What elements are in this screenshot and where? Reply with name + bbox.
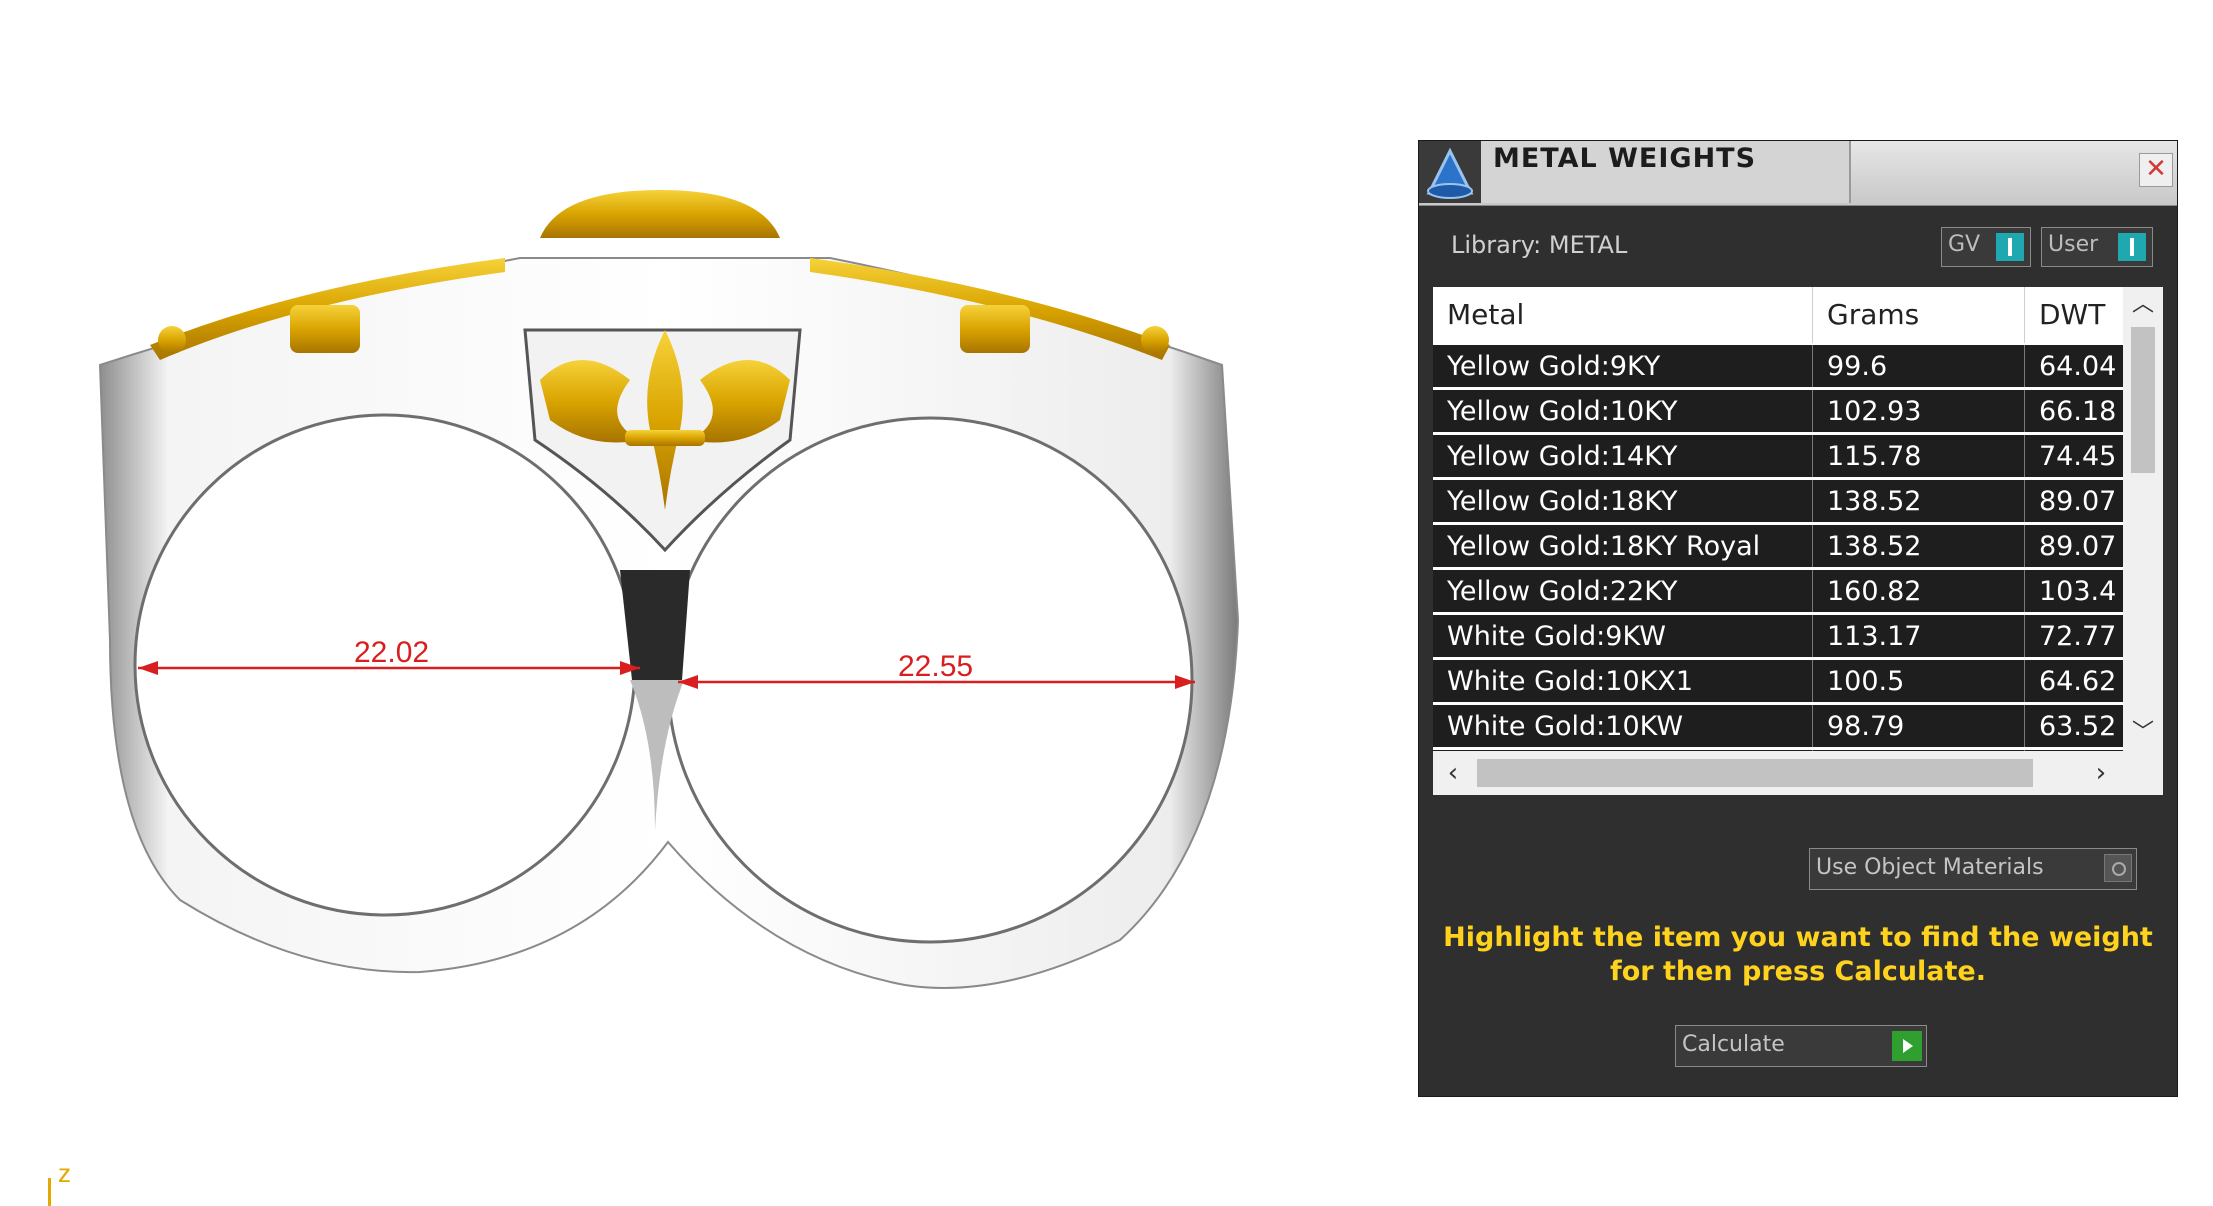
cell-dwt: 64.04: [2039, 351, 2117, 382]
cell-metal: Yellow Gold:10KY: [1433, 390, 1813, 432]
cell-metal: Yellow Gold:22KY: [1433, 570, 1813, 612]
table-row[interactable]: Yellow Gold:10KY 102.93 66.18: [1433, 390, 2123, 432]
cell-dwt: 66.18: [2039, 396, 2117, 427]
metal-weights-panel: METAL WEIGHTS ✕ Library: METAL GV User M…: [1418, 140, 2178, 1097]
table-row[interactable]: White Gold:10KW 98.79 63.52: [1433, 705, 2123, 747]
z-axis-bar: [48, 1178, 51, 1206]
toggle-switch-icon: [2118, 233, 2146, 261]
cell-dwt: 89.07: [2039, 531, 2117, 562]
toggle-switch-icon: [1996, 233, 2024, 261]
vertical-scrollbar[interactable]: ︿ ﹀: [2123, 287, 2163, 751]
cell-grams: 98.79: [1813, 705, 2025, 747]
vertical-scroll-thumb[interactable]: [2131, 327, 2155, 473]
cell-metal: Yellow Gold:9KY: [1433, 345, 1813, 387]
scroll-left-icon[interactable]: ‹: [1433, 751, 1473, 795]
cell-grams: 102.93: [1813, 390, 2025, 432]
instruction-text: Highlight the item you want to find the …: [1439, 921, 2157, 989]
calculate-label: Calculate: [1682, 1032, 1785, 1057]
user-toggle-label: User: [2048, 232, 2099, 257]
cell-grams: 99.6: [1813, 345, 2025, 387]
table-row[interactable]: Yellow Gold:18KY Royal 138.52 89.07: [1433, 525, 2123, 567]
cell-dwt: 64.62: [2039, 666, 2117, 697]
cell-grams: 138.52: [1813, 480, 2025, 522]
instruction-line-2: for then press Calculate.: [1609, 956, 1987, 987]
panel-titlebar[interactable]: METAL WEIGHTS ✕: [1419, 141, 2177, 206]
cell-dwt: 103.4: [2039, 576, 2117, 607]
z-axis-label: z: [58, 1158, 71, 1188]
close-icon: ✕: [2145, 154, 2167, 184]
cell-grams: 100.5: [1813, 660, 2025, 702]
ring-render: 22.02 22.55: [98, 190, 1240, 989]
column-header-dwt[interactable]: DWT: [2025, 287, 2123, 343]
close-button[interactable]: ✕: [2139, 153, 2173, 187]
cell-metal: Yellow Gold:18KY Royal: [1433, 525, 1813, 567]
table-row[interactable]: Yellow Gold:9KY 99.6 64.04: [1433, 345, 2123, 387]
table-header: Metal Grams DWT: [1433, 287, 2123, 343]
z-axis-indicator: z: [48, 1158, 88, 1206]
cell-metal: Yellow Gold:18KY: [1433, 480, 1813, 522]
horizontal-scrollbar[interactable]: ‹ ›: [1433, 751, 2163, 795]
play-arrow-icon: [1892, 1031, 1922, 1061]
gv-toggle[interactable]: GV: [1941, 227, 2031, 267]
scroll-up-icon[interactable]: ︿: [2123, 287, 2163, 323]
table-row[interactable]: White Gold:9KW 113.17 72.77: [1433, 615, 2123, 657]
cell-grams: 115.78: [1813, 435, 2025, 477]
table-row[interactable]: Yellow Gold:22KY 160.82 103.4: [1433, 570, 2123, 612]
cell-metal: White Gold:10KW: [1433, 705, 1813, 747]
panel-title: METAL WEIGHTS: [1493, 143, 1757, 174]
column-header-grams[interactable]: Grams: [1813, 287, 2025, 343]
cell-dwt: 74.45: [2039, 441, 2117, 472]
cell-metal: White Gold:9KW: [1433, 615, 1813, 657]
dimension-left-label: 22.02: [354, 636, 429, 669]
scroll-right-icon[interactable]: ›: [2081, 751, 2121, 795]
user-toggle[interactable]: User: [2041, 227, 2153, 267]
cell-metal: White Gold:10KX1: [1433, 660, 1813, 702]
column-header-metal[interactable]: Metal: [1433, 287, 1813, 343]
cell-dwt: 89.07: [2039, 486, 2117, 517]
use-object-materials-toggle[interactable]: Use Object Materials: [1809, 848, 2137, 890]
dimension-right-label: 22.55: [898, 650, 973, 683]
table-body: Yellow Gold:9KY 99.6 64.04 Yellow Gold:10KY…: [1433, 345, 2123, 751]
3d-viewport[interactable]: 22.02 22.55 z: [0, 0, 1410, 1206]
use-object-materials-label: Use Object Materials: [1816, 855, 2044, 880]
instruction-line-1: Highlight the item you want to find the …: [1443, 922, 2153, 953]
calculate-button[interactable]: Calculate: [1675, 1025, 1927, 1067]
horizontal-scroll-thumb[interactable]: [1477, 759, 2033, 787]
app-logo-icon: [1419, 141, 1481, 203]
radio-circle-icon: [2104, 854, 2132, 882]
library-label: Library: METAL: [1451, 231, 1628, 259]
metal-table: Metal Grams DWT Yellow Gold:9KY 99.6 64.04…: [1433, 287, 2163, 795]
cell-grams: 160.82: [1813, 570, 2025, 612]
cell-dwt: 63.52: [2039, 711, 2117, 742]
cell-dwt: 72.77: [2039, 621, 2117, 652]
cell-grams: 138.52: [1813, 525, 2025, 567]
scroll-down-icon[interactable]: ﹀: [2123, 715, 2163, 751]
cell-grams: 113.17: [1813, 615, 2025, 657]
table-row[interactable]: Yellow Gold:18KY 138.52 89.07: [1433, 480, 2123, 522]
gv-toggle-label: GV: [1948, 232, 1981, 257]
table-row[interactable]: Yellow Gold:14KY 115.78 74.45: [1433, 435, 2123, 477]
table-row[interactable]: White Gold:10KX1 100.5 64.62: [1433, 660, 2123, 702]
cell-metal: Yellow Gold:14KY: [1433, 435, 1813, 477]
